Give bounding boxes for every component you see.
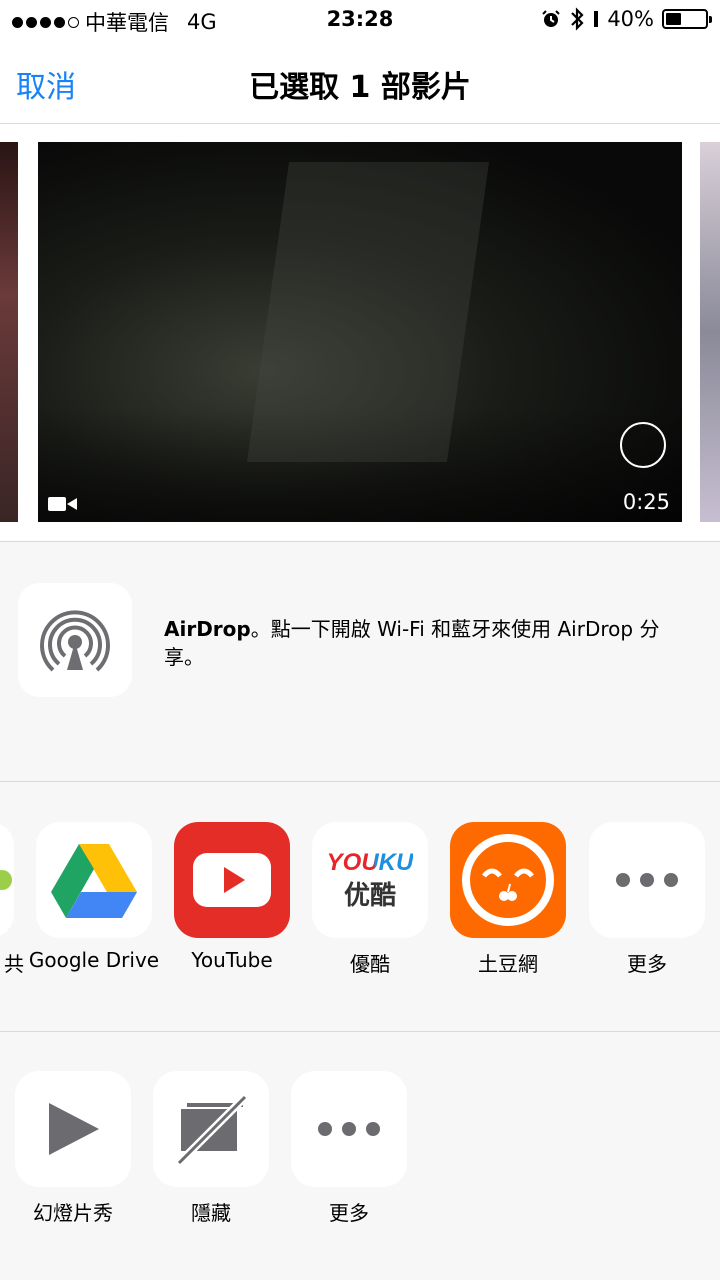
video-frame-shape [246,162,490,462]
page-title: 已選取 1 部影片 [249,70,471,105]
media-strip[interactable]: 0:25 [0,124,720,542]
app-label: YouTube [191,948,273,972]
alarm-icon [542,10,561,27]
hide-button[interactable]: 隱藏 [153,1071,269,1225]
share-app-more[interactable]: 更多 [589,822,705,976]
action-label: 更多 [329,1201,369,1225]
status-right: 40% [541,7,712,31]
airdrop-button[interactable] [18,583,132,697]
battery-percent: 40% [607,7,654,31]
tudou-icon [450,822,566,938]
airdrop-icon [40,610,110,672]
charging-indicator-icon [594,11,599,27]
navigation-bar: 取消 已選取 1 部影片 [0,40,720,124]
video-duration: 0:25 [622,490,670,514]
youtube-icon [174,822,290,938]
airdrop-message: AirDrop。點一下開啟 Wi-Fi 和藍牙來使用 AirDrop 分享。 [164,615,694,671]
partial-app-icon [0,822,14,938]
action-label: 隱藏 [191,1201,231,1225]
more-actions-button[interactable]: 更多 [291,1071,407,1225]
app-label: 土豆網 [478,952,538,976]
app-label: 優酷 [350,952,390,976]
video-camera-icon [48,497,77,511]
share-apps-row[interactable]: 共 Google Drive YouTube YOUKU 优酷 優酷 土豆網 更… [0,782,720,1032]
selection-circle[interactable] [620,422,666,468]
slideshow-button[interactable]: 幻燈片秀 [15,1071,131,1225]
play-icon [15,1071,131,1187]
app-label: 更多 [627,952,667,976]
google-drive-icon [36,822,152,938]
hide-icon [153,1071,269,1187]
share-app-youtube[interactable]: YouTube [174,822,290,972]
share-app-google-drive[interactable]: Google Drive [29,822,159,972]
airdrop-section: AirDrop。點一下開啟 Wi-Fi 和藍牙來使用 AirDrop 分享。 [0,542,720,782]
more-icon [291,1071,407,1187]
share-app-youku[interactable]: YOUKU 优酷 優酷 [312,822,428,976]
bluetooth-icon [571,7,584,31]
app-label: Google Drive [28,948,160,972]
actions-row: 幻燈片秀 隱藏 更多 [0,1032,720,1280]
share-app-tudou[interactable]: 土豆網 [450,822,566,976]
action-label: 幻燈片秀 [33,1201,113,1225]
airdrop-title: AirDrop [164,617,251,641]
youku-icon: YOUKU 优酷 [312,822,428,938]
battery-icon [662,9,712,29]
youku-logo-zh: 优酷 [343,880,396,911]
youku-logo-en: YOUKU [326,848,414,876]
next-media-thumbnail[interactable] [700,142,720,522]
battery-fill [666,13,682,25]
selected-video-thumbnail[interactable]: 0:25 [38,142,682,522]
previous-media-thumbnail[interactable] [0,142,18,522]
status-bar: 中華電信 4G 23:28 40% [0,0,720,40]
share-app-partial[interactable] [0,822,14,938]
more-icon [589,822,705,938]
